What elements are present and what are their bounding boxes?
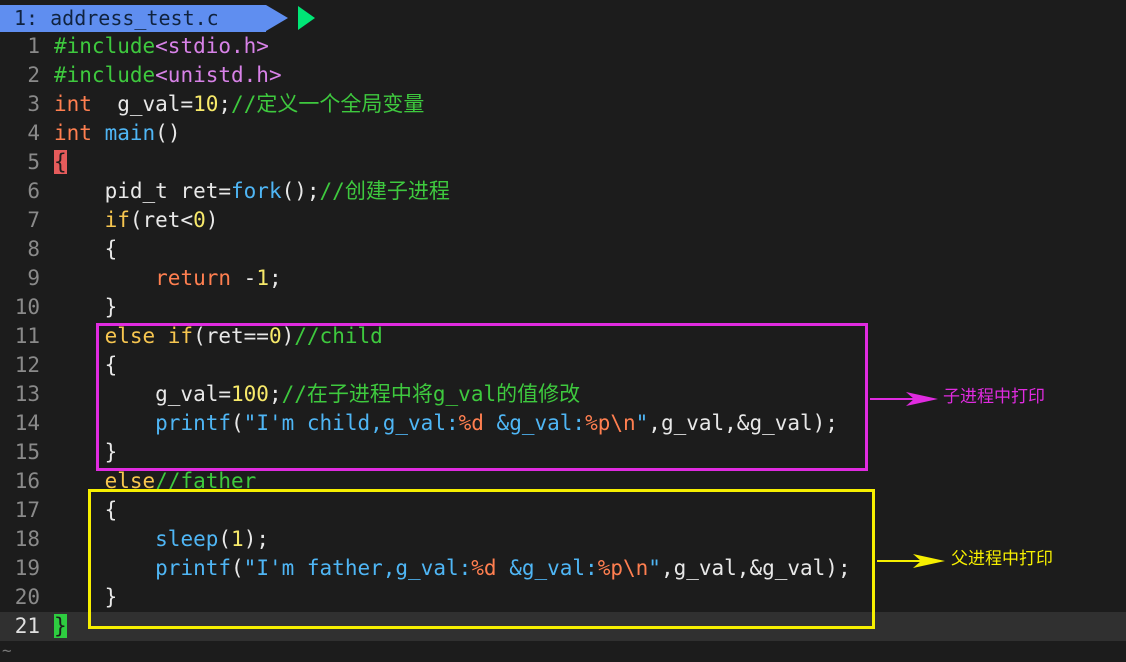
code-line[interactable]: 6 pid_t ret=fork();//创建子进程 bbox=[0, 177, 1126, 206]
code-token: ; bbox=[218, 92, 232, 116]
line-number: 4 bbox=[27, 121, 40, 145]
code-token: if bbox=[104, 208, 130, 232]
tabline: 1: address_test.c bbox=[0, 0, 1126, 32]
line-number: 8 bbox=[27, 237, 40, 261]
line-number: 12 bbox=[14, 353, 40, 377]
line-number: 1 bbox=[27, 34, 40, 58]
code-token: ) bbox=[205, 208, 219, 232]
code-line[interactable]: 4 int main() bbox=[0, 119, 1126, 148]
code-token: main bbox=[104, 121, 156, 145]
code-token: return bbox=[155, 266, 232, 290]
code-token: } bbox=[54, 295, 118, 319]
code-token: () bbox=[155, 121, 181, 145]
line-number: 20 bbox=[14, 585, 40, 609]
child-arrow-icon bbox=[870, 392, 938, 406]
code-text[interactable]: } bbox=[54, 612, 67, 641]
buffer-tab[interactable]: 1: address_test.c bbox=[0, 5, 266, 32]
code-line[interactable]: 2 #include<unistd.h> bbox=[0, 61, 1126, 90]
line-number: 19 bbox=[14, 556, 40, 580]
code-text[interactable]: { bbox=[54, 148, 67, 177]
code-text[interactable]: } bbox=[54, 293, 118, 322]
code-token: <unistd.h> bbox=[155, 63, 282, 87]
code-token: //创建子进程 bbox=[319, 179, 450, 203]
code-token: 1 bbox=[256, 266, 269, 290]
code-token: } bbox=[54, 614, 67, 638]
code-text[interactable]: pid_t ret=fork();//创建子进程 bbox=[54, 177, 450, 206]
father-highlight-box bbox=[88, 489, 875, 629]
code-token: //定义一个全局变量 bbox=[231, 92, 425, 116]
code-line[interactable]: 5{ bbox=[0, 148, 1126, 177]
code-text[interactable]: if(ret<0) bbox=[54, 206, 219, 235]
code-text[interactable]: { bbox=[54, 235, 118, 264]
code-token: (ret< bbox=[129, 208, 194, 232]
line-number: 11 bbox=[14, 324, 40, 348]
code-text[interactable]: int g_val=10;//定义一个全局变量 bbox=[54, 90, 424, 119]
code-token: pid_t ret= bbox=[54, 179, 232, 203]
child-highlight-box bbox=[96, 323, 868, 471]
line-number: 14 bbox=[14, 411, 40, 435]
line-number: 18 bbox=[14, 527, 40, 551]
line-number: 7 bbox=[27, 208, 40, 232]
code-token: int bbox=[54, 92, 92, 116]
code-line[interactable]: 7 if(ret<0) bbox=[0, 206, 1126, 235]
code-line[interactable]: 8 { bbox=[0, 235, 1126, 264]
code-token: g_val= bbox=[91, 92, 194, 116]
code-text[interactable]: return -1; bbox=[54, 264, 282, 293]
code-token: 0 bbox=[193, 208, 206, 232]
tab-arrow-icon bbox=[266, 5, 288, 31]
father-note: 父进程中打印 bbox=[951, 549, 1053, 569]
code-line[interactable]: 3 int g_val=10;//定义一个全局变量 bbox=[0, 90, 1126, 119]
code-token: <stdio.h> bbox=[155, 34, 269, 58]
code-text[interactable]: #include<unistd.h> bbox=[54, 61, 282, 90]
empty-line-tilde: ~ bbox=[2, 641, 12, 660]
code-line[interactable]: 9 return -1; bbox=[0, 264, 1126, 293]
line-number: 6 bbox=[27, 179, 40, 203]
line-number: 9 bbox=[27, 266, 40, 290]
tab-indicator-icon bbox=[298, 6, 315, 30]
line-number: 13 bbox=[14, 382, 40, 406]
code-token: 10 bbox=[193, 92, 219, 116]
code-line[interactable]: 10 } bbox=[0, 293, 1126, 322]
line-number: 10 bbox=[14, 295, 40, 319]
line-number: 5 bbox=[27, 150, 40, 174]
child-note: 子进程中打印 bbox=[943, 387, 1045, 407]
line-number: 21 bbox=[14, 614, 40, 638]
line-number: 2 bbox=[27, 63, 40, 87]
code-token: { bbox=[54, 237, 118, 261]
line-number: 3 bbox=[27, 92, 40, 116]
code-token: - bbox=[231, 266, 257, 290]
code-token: int bbox=[54, 121, 92, 145]
line-number: 15 bbox=[14, 440, 40, 464]
code-token: ; bbox=[268, 266, 282, 290]
line-number: 17 bbox=[14, 498, 40, 522]
code-token: fork bbox=[231, 179, 282, 203]
code-text[interactable]: int main() bbox=[54, 119, 180, 148]
code-text[interactable]: #include<stdio.h> bbox=[54, 32, 269, 61]
code-token: #include bbox=[54, 34, 156, 58]
code-token: #include bbox=[54, 63, 156, 87]
code-token: (); bbox=[281, 179, 320, 203]
line-number: 16 bbox=[14, 469, 40, 493]
code-token: { bbox=[54, 150, 67, 174]
code-line[interactable]: 1 #include<stdio.h> bbox=[0, 32, 1126, 61]
father-arrow-icon bbox=[877, 554, 945, 568]
